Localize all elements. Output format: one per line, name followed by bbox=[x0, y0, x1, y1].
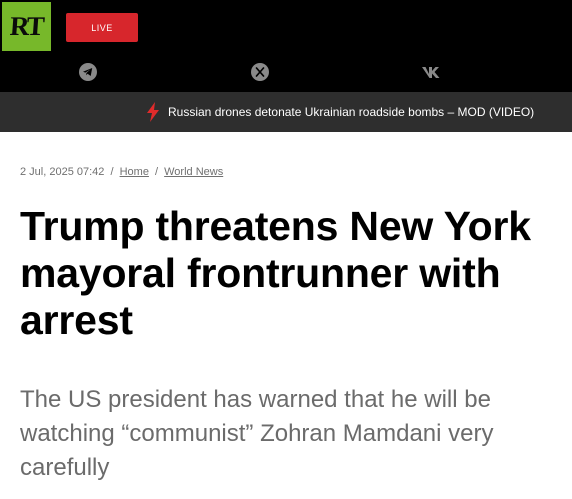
breadcrumb-home-link[interactable]: Home bbox=[120, 166, 149, 178]
telegram-icon[interactable] bbox=[78, 62, 98, 82]
vk-icon[interactable] bbox=[420, 62, 446, 82]
rt-logo[interactable]: RT bbox=[2, 2, 51, 51]
site-header: RT LIVE bbox=[0, 0, 572, 92]
breadcrumb-separator: / bbox=[110, 166, 114, 178]
article-summary: The US president has warned that he will… bbox=[20, 386, 494, 482]
ticker-headline[interactable]: Russian drones detonate Ukrainian roadsi… bbox=[168, 105, 534, 119]
breadcrumb-world-news-link[interactable]: World News bbox=[164, 166, 223, 178]
article-date: 2 Jul, 2025 07:42 bbox=[20, 166, 105, 178]
breaking-news-ticker[interactable]: Russian drones detonate Ukrainian roadsi… bbox=[0, 92, 572, 132]
breadcrumb-separator: / bbox=[155, 166, 159, 178]
article-title: Trump threatens New York mayoral frontru… bbox=[20, 203, 531, 344]
lightning-bolt-icon bbox=[146, 102, 160, 122]
x-icon[interactable] bbox=[250, 62, 270, 82]
article-meta: 2 Jul, 2025 07:42 / Home / World News bbox=[20, 166, 223, 178]
logo-text: RT bbox=[9, 11, 44, 41]
live-button[interactable]: LIVE bbox=[66, 13, 138, 42]
